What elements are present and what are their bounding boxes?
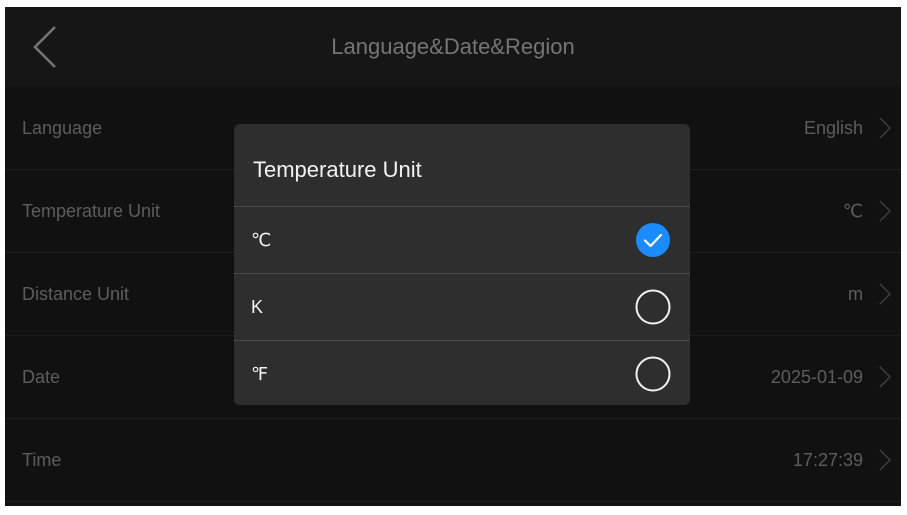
temperature-unit-dialog: Temperature Unit ℃ K ℉ [234, 124, 690, 405]
option-label: ℃ [251, 230, 272, 250]
unchecked-radio-icon[interactable] [635, 356, 671, 392]
option-label: ℉ [251, 364, 269, 384]
dialog-title: Temperature Unit [234, 124, 690, 207]
checked-radio-icon[interactable] [635, 222, 671, 258]
option-kelvin[interactable]: K [234, 274, 690, 341]
option-label: K [251, 297, 264, 317]
option-fahrenheit[interactable]: ℉ [234, 341, 690, 405]
settings-screen: Language&Date&Region Language English Te… [5, 7, 901, 506]
unchecked-radio-icon[interactable] [635, 289, 671, 325]
option-celsius[interactable]: ℃ [234, 207, 690, 274]
